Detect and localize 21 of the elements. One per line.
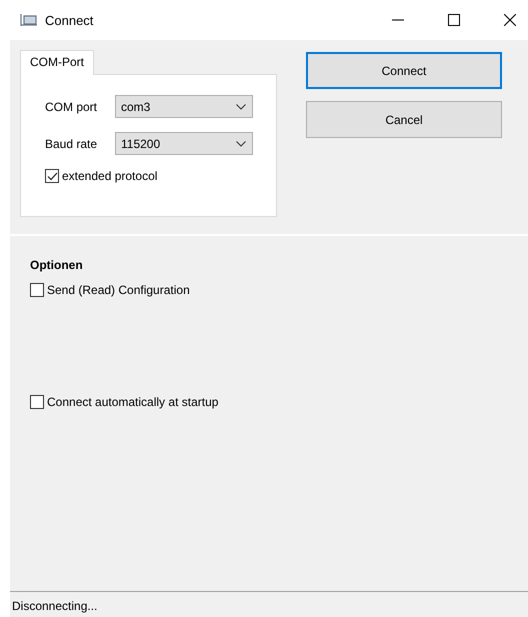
- field-label: Baud rate: [45, 136, 98, 150]
- checkbox[interactable]: [30, 283, 44, 297]
- dialog-button[interactable]: Cancel: [306, 101, 502, 138]
- tab[interactable]: COM-Port: [20, 50, 94, 75]
- checkbox-label: extended protocol: [62, 169, 158, 183]
- field-label: COM port: [45, 100, 98, 114]
- window-title: Connect: [45, 12, 94, 28]
- checkbox-label: Send (Read) Configuration: [47, 283, 190, 297]
- checkbox[interactable]: [30, 395, 44, 409]
- baud-rate-dropdown[interactable]: 115200: [115, 132, 253, 155]
- status-text: Disconnecting...: [12, 599, 98, 613]
- chevron-down-icon: [236, 104, 246, 110]
- computer-icon: [19, 12, 39, 28]
- checkbox-label: Connect automatically at startup: [47, 395, 218, 409]
- maximize-icon[interactable]: [448, 14, 460, 26]
- chevron-down-icon: [236, 140, 246, 146]
- section-title: Optionen: [30, 258, 84, 272]
- com-port-dropdown[interactable]: com3: [115, 95, 253, 118]
- dialog-button[interactable]: Connect: [306, 52, 502, 89]
- checkbox[interactable]: [45, 169, 59, 183]
- close-icon[interactable]: [504, 14, 516, 26]
